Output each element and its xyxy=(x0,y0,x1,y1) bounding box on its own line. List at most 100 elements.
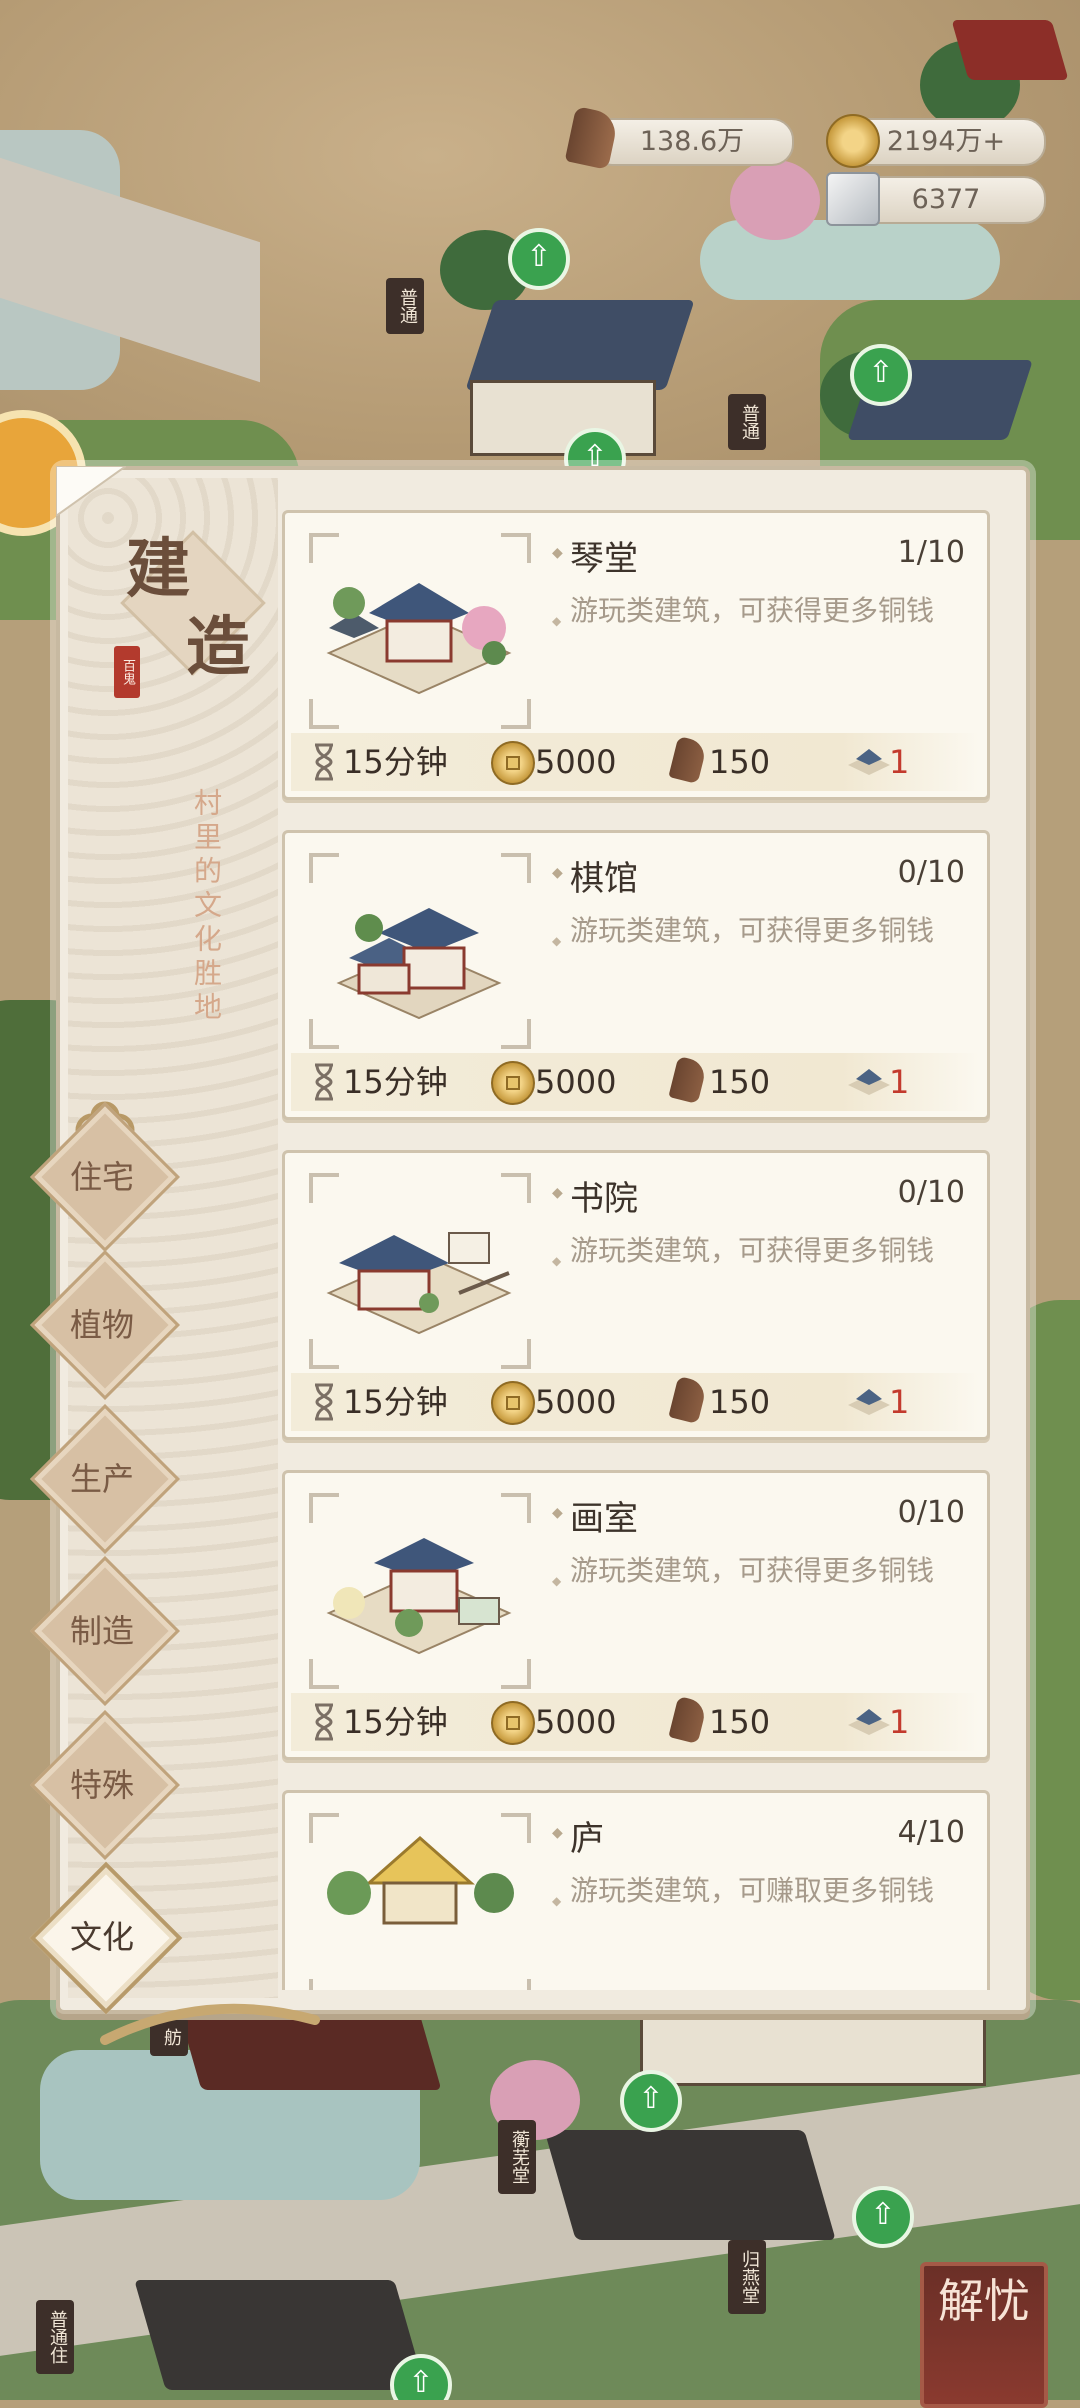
building-requirement-icon xyxy=(848,1069,890,1095)
build-title-char1: 建 xyxy=(126,532,190,607)
build-time: 15分钟 xyxy=(343,1063,448,1101)
wood-cost: 150 xyxy=(709,1063,771,1101)
building-sign[interactable]: 蘅芜堂 xyxy=(498,2120,536,2194)
category-tab-production[interactable]: 生产 xyxy=(30,1404,180,1554)
category-tab-special[interactable]: 特殊 xyxy=(30,1710,180,1860)
coin-icon xyxy=(491,1381,535,1425)
category-tab-plants[interactable]: 植物 xyxy=(30,1250,180,1400)
hourglass-icon xyxy=(315,1063,333,1101)
building-wall[interactable] xyxy=(640,2010,986,2086)
cost-bar: 15分钟 5000 150 1 xyxy=(291,1693,979,1751)
upgrade-arrow-icon[interactable]: ⇧ xyxy=(508,228,570,290)
building-card-qintang[interactable]: 琴堂 1/10 游玩类建筑，可获得更多铜钱 15分钟 5000 150 1 xyxy=(282,510,990,800)
building-image-frame xyxy=(307,1171,533,1371)
upgrade-arrow-icon[interactable]: ⇧ xyxy=(850,344,912,406)
coin-amount: 2194万+ xyxy=(886,126,1006,157)
category-tab-culture[interactable]: 文化 xyxy=(29,1861,183,2015)
building-requirement: 1 xyxy=(889,743,910,781)
category-label: 生产 xyxy=(69,1460,134,1498)
building-description: 游玩类建筑，可获得更多铜钱 xyxy=(552,595,960,638)
wood-icon xyxy=(668,1055,708,1105)
hourglass-icon xyxy=(315,1703,333,1741)
building-list[interactable]: 琴堂 1/10 游玩类建筑，可获得更多铜钱 15分钟 5000 150 1 xyxy=(282,510,1002,1990)
upgrade-arrow-icon[interactable]: ⇧ xyxy=(852,2186,914,2248)
building-roof[interactable] xyxy=(465,300,695,390)
building-roof[interactable] xyxy=(544,2130,836,2240)
blossom-tree xyxy=(730,160,820,240)
build-count: 4/10 xyxy=(897,1815,965,1850)
building-name: 画室 xyxy=(552,1491,638,1540)
building-card-huashi[interactable]: 画室 0/10 游玩类建筑，可获得更多铜钱 15分钟 5000 150 1 xyxy=(282,1470,990,1760)
wood-cost: 150 xyxy=(709,1383,771,1421)
category-label: 植物 xyxy=(69,1306,134,1344)
stone-icon xyxy=(826,172,880,226)
building-description: 游玩类建筑，可获得更多铜钱 xyxy=(552,1235,960,1278)
building-name: 棋馆 xyxy=(552,851,638,900)
building-card-shuyuan[interactable]: 书院 0/10 游玩类建筑，可获得更多铜钱 15分钟 5000 150 1 xyxy=(282,1150,990,1440)
building-requirement: 1 xyxy=(889,1703,910,1741)
building-sign[interactable]: 普通住 xyxy=(36,2300,74,2374)
building-name: 书院 xyxy=(552,1171,638,1220)
upgrade-arrow-icon[interactable]: ⇧ xyxy=(620,2070,682,2132)
cost-bar: 15分钟 5000 150 1 xyxy=(291,1373,979,1431)
category-subtitle: 村里的文化胜地 xyxy=(190,788,223,1026)
pagoda-roof[interactable] xyxy=(951,20,1069,80)
thatched-hut-icon xyxy=(327,1835,514,1925)
building-card-qiguan[interactable]: 棋馆 0/10 游玩类建筑，可获得更多铜钱 15分钟 5000 150 1 xyxy=(282,830,990,1120)
category-tab-housing[interactable]: 住宅 xyxy=(30,1102,180,1252)
hourglass-icon xyxy=(315,1383,333,1421)
qin-hall-icon xyxy=(326,583,512,695)
build-count: 1/10 xyxy=(897,535,965,570)
red-seal-stamp: 百鬼 xyxy=(114,646,140,698)
solve-worries-button[interactable]: 解忧 xyxy=(920,2262,1048,2408)
painting-studio-icon xyxy=(326,1538,512,1655)
building-roof[interactable] xyxy=(134,2280,426,2390)
wood-cost: 150 xyxy=(709,743,771,781)
building-requirement: 1 xyxy=(889,1383,910,1421)
building-image-frame xyxy=(307,1811,533,1990)
coin-icon xyxy=(826,114,880,168)
wood-resource[interactable]: 138.6万 xyxy=(590,118,794,166)
page-corner-decoration xyxy=(56,466,126,516)
cost-bar: 15分钟 5000 150 1 xyxy=(291,1053,979,1111)
cost-bar: 15分钟 5000 150 1 xyxy=(291,733,979,791)
wood-cost: 150 xyxy=(709,1703,771,1741)
building-sign[interactable]: 普通 xyxy=(386,278,424,334)
building-description: 游玩类建筑，可赚取更多铜钱 xyxy=(552,1875,960,1918)
building-requirement: 1 xyxy=(889,1063,910,1101)
building-requirement-icon xyxy=(848,1709,890,1735)
build-time: 15分钟 xyxy=(343,1383,448,1421)
building-description: 游玩类建筑，可获得更多铜钱 xyxy=(552,1555,960,1598)
wood-icon xyxy=(668,1695,708,1745)
building-sign[interactable]: 普通 xyxy=(728,394,766,450)
building-name: 庐 xyxy=(552,1811,604,1860)
build-count: 0/10 xyxy=(897,1495,965,1530)
stone-amount: 6377 xyxy=(911,184,981,215)
building-image-frame xyxy=(307,531,533,731)
coin-icon xyxy=(491,741,535,785)
academy-icon xyxy=(326,1232,512,1335)
coin-cost: 5000 xyxy=(535,1063,617,1101)
coin-cost: 5000 xyxy=(535,1703,617,1741)
wood-icon xyxy=(668,1375,708,1425)
coin-cost: 5000 xyxy=(535,743,617,781)
hourglass-icon xyxy=(315,743,333,781)
coin-cost: 5000 xyxy=(535,1383,617,1421)
wood-amount: 138.6万 xyxy=(639,126,745,157)
building-requirement-icon xyxy=(848,1389,890,1415)
build-panel: 建 造 百鬼 村里的文化胜地 琴堂 1/10 游玩类建筑，可获得更多铜 xyxy=(56,466,1030,2014)
building-image-frame xyxy=(307,1491,533,1691)
build-count: 0/10 xyxy=(897,855,965,890)
chess-hall-icon xyxy=(336,908,502,1020)
building-requirement-icon xyxy=(848,749,890,775)
category-label: 制造 xyxy=(69,1612,134,1650)
stream xyxy=(700,220,1000,300)
building-sign[interactable]: 归燕堂 xyxy=(728,2240,766,2314)
build-time: 15分钟 xyxy=(343,743,448,781)
building-wall[interactable] xyxy=(470,380,656,456)
coin-icon xyxy=(491,1701,535,1745)
building-description: 游玩类建筑，可获得更多铜钱 xyxy=(552,915,960,958)
scroll-ornament-icon xyxy=(100,2003,320,2045)
building-card-lu[interactable]: 庐 4/10 游玩类建筑，可赚取更多铜钱 xyxy=(282,1790,990,1990)
category-tab-manufacture[interactable]: 制造 xyxy=(30,1556,180,1706)
